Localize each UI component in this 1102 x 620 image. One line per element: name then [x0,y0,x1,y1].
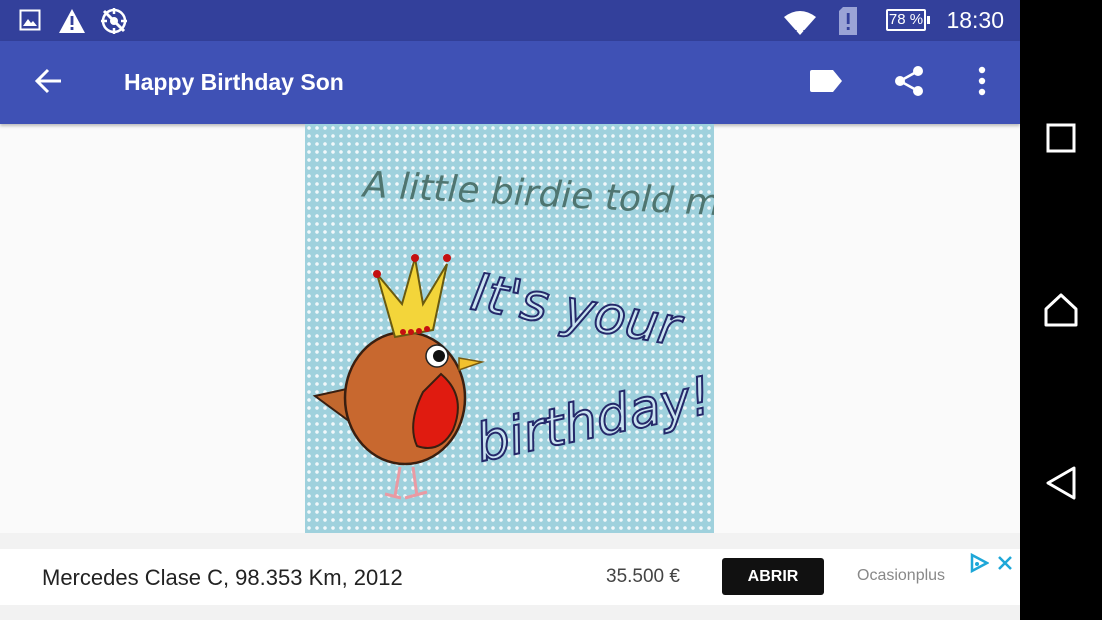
ad-open-button[interactable]: ABRIR [722,558,824,595]
home-icon [1043,292,1079,333]
recent-apps-icon [1046,123,1076,158]
clock: 18:30 [946,7,1004,33]
card-line-3: birthday! [471,366,714,474]
ad-brand: Ocasionplus [857,567,946,584]
no-location-icon [100,7,128,40]
birthday-card-image[interactable]: A little birdie told me... It's your bir… [305,124,714,533]
close-icon[interactable] [996,553,1014,578]
warning-icon [58,8,86,39]
label-button[interactable] [806,63,846,103]
robin-bird-illustration [312,254,485,500]
label-icon [809,69,843,98]
status-bar: 78 % 18:30 [0,0,1020,41]
back-icon [1045,465,1077,506]
share-icon [892,64,926,103]
home-button[interactable] [1041,292,1081,332]
back-nav-button[interactable] [1041,465,1081,505]
recent-apps-button[interactable] [1041,120,1081,160]
back-button[interactable] [28,63,68,103]
ad-price: 35.500 € [606,566,680,587]
image-icon [19,9,41,36]
ad-title[interactable]: Mercedes Clase C, 98.353 Km, 2012 [42,565,403,591]
share-button[interactable] [889,63,929,103]
card-line-1: A little birdie told me... [360,164,714,227]
arrow-back-icon [33,66,63,101]
card-line-2: It's your [467,263,688,359]
app-screen: 78 % 18:30 Happy Birthday Son A little b… [0,0,1020,620]
battery-icon: 78 % [886,9,930,31]
more-vert-icon [978,66,986,101]
ad-banner[interactable]: Mercedes Clase C, 98.353 Km, 2012 35.500… [0,533,1020,620]
app-bar: Happy Birthday Son [0,41,1020,124]
sim-alert-icon [838,6,858,41]
system-navigation-bar [1020,0,1102,620]
page-title: Happy Birthday Son [124,69,344,95]
wifi-icon [783,8,817,41]
ad-content: Mercedes Clase C, 98.353 Km, 2012 35.500… [0,549,1020,605]
more-options-button[interactable] [962,63,1002,103]
adchoices-icon[interactable] [969,552,990,578]
